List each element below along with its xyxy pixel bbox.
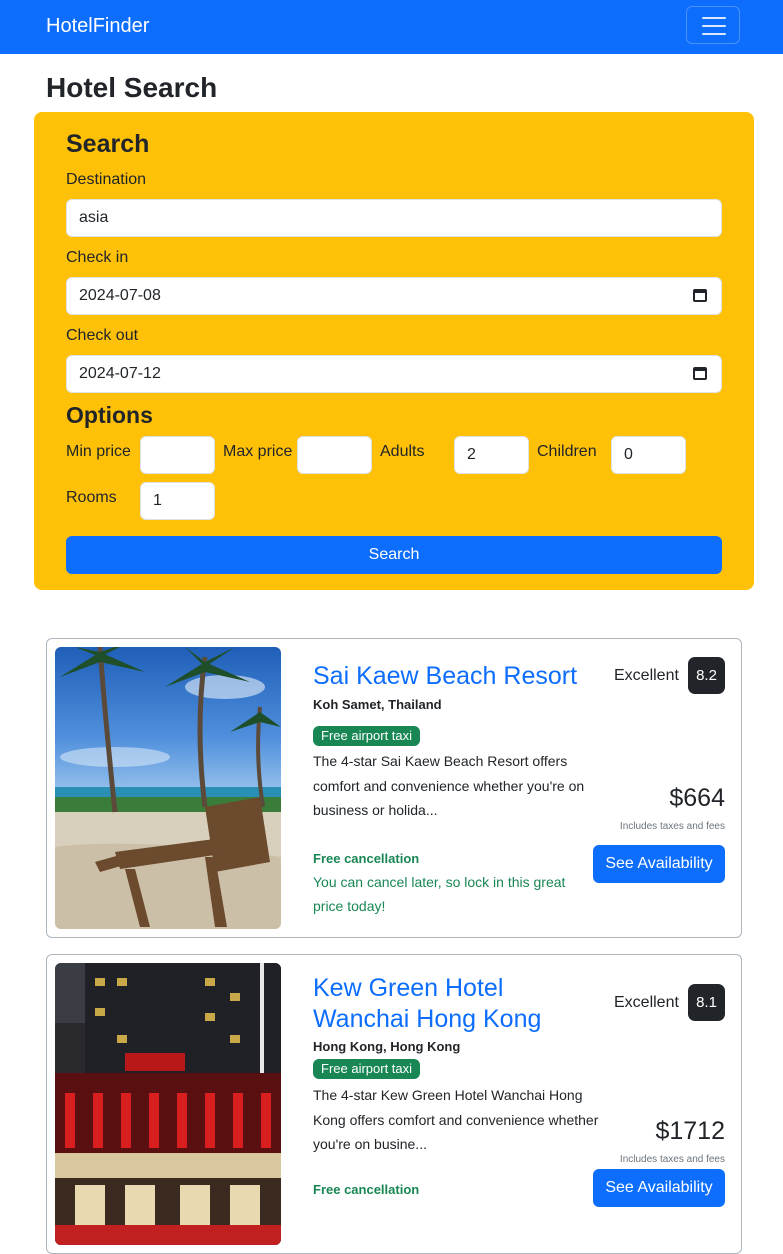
max-price-label: Max price bbox=[223, 443, 293, 460]
children-input[interactable]: 0 bbox=[611, 436, 686, 474]
destination-label: Destination bbox=[66, 171, 147, 188]
menu-icon bbox=[702, 17, 726, 19]
hotel-location: Koh Samet, Thailand bbox=[313, 697, 442, 712]
hotel-description: The 4-star Sai Kaew Beach Resort offers … bbox=[313, 753, 585, 818]
calendar-icon[interactable] bbox=[693, 367, 707, 380]
search-button[interactable]: Search bbox=[66, 536, 722, 574]
checkout-value: 2024-07-12 bbox=[79, 365, 161, 382]
cancel-note: You can cancel later, so lock in this gr… bbox=[313, 874, 566, 914]
destination-input[interactable]: asia bbox=[66, 199, 722, 237]
hotel-description: The 4-star Kew Green Hotel Wanchai Hong … bbox=[313, 1087, 599, 1152]
options-heading: Options bbox=[66, 402, 153, 428]
free-taxi-badge: Free airport taxi bbox=[313, 726, 421, 746]
checkin-date-input[interactable]: 2024-07-08 bbox=[66, 277, 722, 315]
hotel-image[interactable] bbox=[55, 647, 281, 929]
hotel-card: Sai Kaew Beach Resort Koh Samet, Thailan… bbox=[46, 638, 742, 938]
rating-text: Excellent bbox=[614, 994, 679, 1011]
free-cancellation-label: Free cancellation bbox=[313, 1182, 420, 1197]
min-price-label: Min price bbox=[66, 443, 131, 460]
rating-badge: 8.2 bbox=[688, 657, 725, 694]
hotel-image[interactable] bbox=[55, 963, 281, 1245]
rating-text: Excellent bbox=[614, 667, 679, 684]
free-cancellation-label: Free cancellation bbox=[313, 851, 420, 866]
checkout-label: Check out bbox=[66, 327, 139, 344]
search-panel: Search Destination asia Check in 2024-07… bbox=[34, 112, 754, 590]
see-availability-button[interactable]: See Availability bbox=[593, 1169, 725, 1207]
hotel-price: $664 bbox=[669, 784, 725, 812]
checkin-label: Check in bbox=[66, 249, 129, 266]
navbar-toggler-button[interactable] bbox=[686, 6, 740, 44]
rooms-input[interactable]: 1 bbox=[140, 482, 215, 520]
calendar-icon[interactable] bbox=[693, 289, 707, 302]
checkout-date-input[interactable]: 2024-07-12 bbox=[66, 355, 722, 393]
hotel-name-link[interactable]: Sai Kaew Beach Resort bbox=[313, 661, 577, 692]
rooms-label: Rooms bbox=[66, 489, 117, 506]
search-heading: Search bbox=[66, 130, 150, 158]
hotel-location: Hong Kong, Hong Kong bbox=[313, 1039, 461, 1054]
hotel-name-link[interactable]: Kew Green Hotel Wanchai Hong Kong bbox=[313, 973, 593, 1035]
adults-input[interactable]: 2 bbox=[454, 436, 529, 474]
children-label: Children bbox=[537, 443, 597, 460]
see-availability-button[interactable]: See Availability bbox=[593, 845, 725, 883]
hotel-building-photo bbox=[55, 963, 281, 1245]
beach-photo bbox=[55, 647, 281, 929]
taxes-note: Includes taxes and fees bbox=[619, 821, 725, 832]
free-taxi-badge: Free airport taxi bbox=[313, 1059, 421, 1079]
page-title: Hotel Search bbox=[46, 72, 218, 103]
brand-link[interactable]: HotelFinder bbox=[46, 15, 149, 38]
navbar: HotelFinder bbox=[0, 0, 783, 54]
hotel-price: $1712 bbox=[655, 1117, 725, 1145]
adults-label: Adults bbox=[380, 443, 425, 460]
taxes-note: Includes taxes and fees bbox=[619, 1154, 725, 1165]
checkin-value: 2024-07-08 bbox=[79, 287, 161, 304]
max-price-input[interactable] bbox=[297, 436, 372, 474]
hotel-card: Kew Green Hotel Wanchai Hong Kong Hong K… bbox=[46, 954, 742, 1254]
min-price-input[interactable] bbox=[140, 436, 215, 474]
rating-badge: 8.1 bbox=[688, 984, 725, 1021]
